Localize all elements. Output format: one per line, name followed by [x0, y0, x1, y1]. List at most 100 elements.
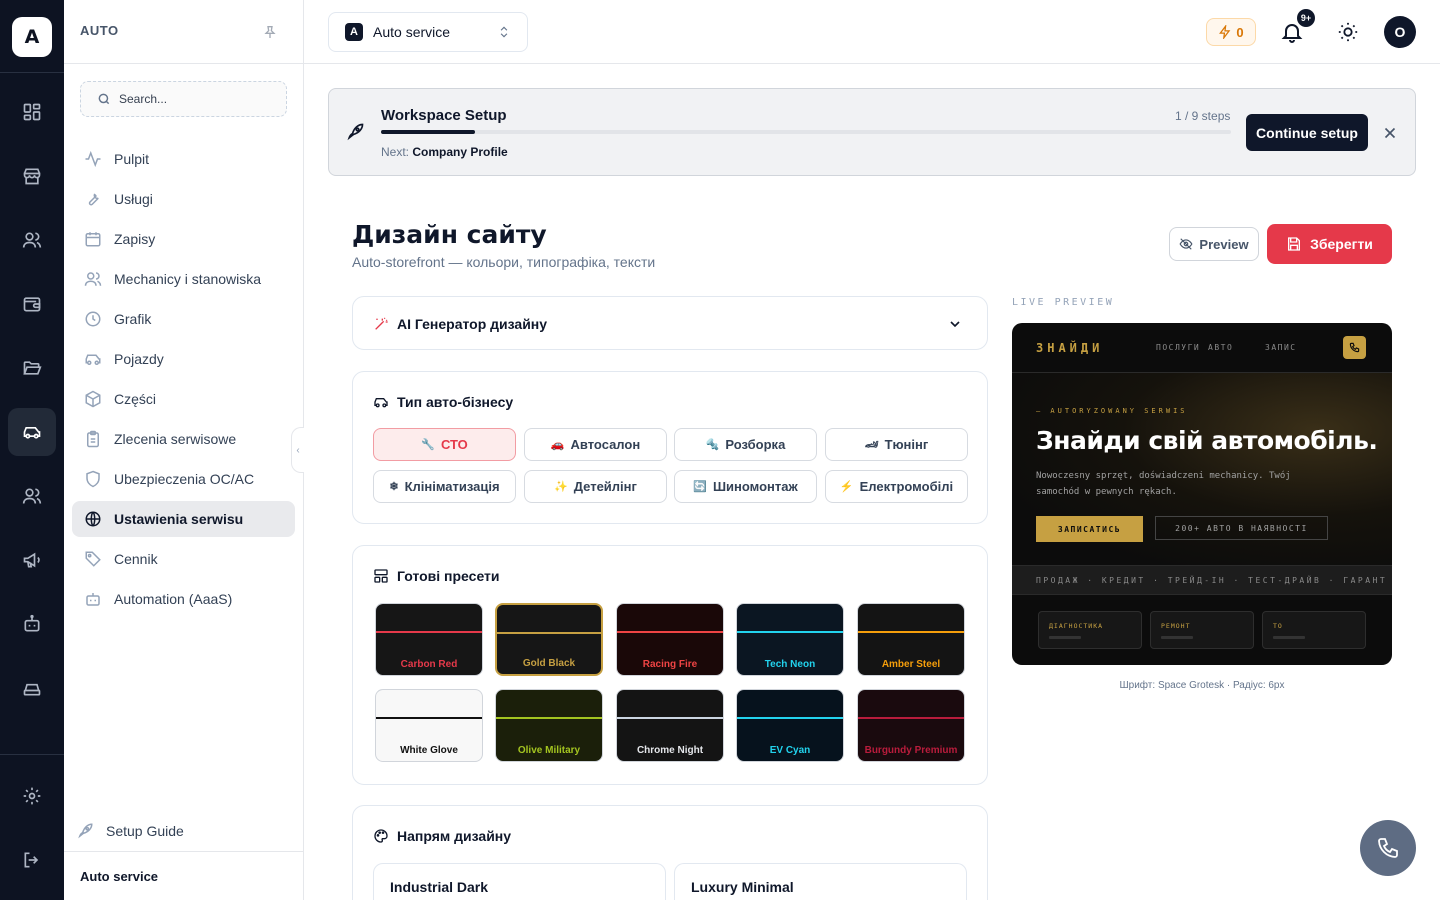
- call-button[interactable]: [1360, 820, 1416, 876]
- design-direction-card: Напрям дизайну Industrial Dark Luxury Mi…: [352, 805, 988, 900]
- collapse-sidebar-button[interactable]: ‹: [291, 427, 304, 473]
- sidebar-item-czesci[interactable]: Części: [72, 381, 295, 417]
- close-icon[interactable]: [1381, 124, 1399, 142]
- preset-olive-military[interactable]: Olive Military: [495, 689, 603, 762]
- workspace-switcher[interactable]: A Auto service: [328, 12, 528, 52]
- sidebar-item-pojazdy[interactable]: Pojazdy: [72, 341, 295, 377]
- chip-label: Шиномонтаж: [712, 479, 798, 494]
- business-chip-klimatyzacja[interactable]: ❄ Клініматизація: [373, 470, 516, 503]
- sun-icon[interactable]: [1337, 21, 1359, 43]
- sidebar-item-label: Cennik: [114, 551, 158, 567]
- phone-icon: [1378, 838, 1398, 858]
- sidebar-item-cennik[interactable]: Cennik: [72, 541, 295, 577]
- sidebar-item-zapisy[interactable]: Zapisy: [72, 221, 295, 257]
- sidebar-item-uslugi[interactable]: Usługi: [72, 181, 295, 217]
- shield-icon: [86, 470, 100, 488]
- sidebar-item-grafik[interactable]: Grafik: [72, 301, 295, 337]
- settings-icon[interactable]: [8, 772, 56, 820]
- preview-navbar: ЗНАЙДИ ПОСЛУГИ АВТО ЗАПИС: [1012, 323, 1392, 373]
- sidebar: AUTO Search... Pulpit Usługi Zapisy Mech…: [64, 0, 304, 900]
- divider: [0, 72, 64, 73]
- sidebar-item-ustawienia[interactable]: Ustawienia serwisu: [72, 501, 295, 537]
- grid-icon[interactable]: [8, 88, 56, 136]
- preset-gold-black[interactable]: Gold Black: [495, 603, 603, 676]
- workspace-footer: Auto service: [80, 869, 159, 884]
- energy-counter[interactable]: 0: [1206, 18, 1256, 46]
- activity-icon: [85, 150, 101, 168]
- sidebar-item-label: Zlecenia serwisowe: [114, 431, 237, 447]
- setup-guide-link[interactable]: Setup Guide: [76, 822, 184, 840]
- preset-name: Racing Fire: [642, 659, 698, 670]
- logout-icon[interactable]: [8, 836, 56, 884]
- wrench-icon: [88, 193, 99, 206]
- sidebar-item-automation[interactable]: Automation (AaaS): [72, 581, 295, 617]
- business-chip-avtosalon[interactable]: 🚗 Автосалон: [524, 428, 667, 461]
- sidebar-item-pulpit[interactable]: Pulpit: [72, 141, 295, 177]
- app-logo[interactable]: A: [12, 17, 52, 57]
- setup-title: Workspace Setup: [381, 107, 507, 124]
- pin-icon[interactable]: [262, 24, 278, 40]
- sidebar-item-zlecenia[interactable]: Zlecenia serwisowe: [72, 421, 295, 457]
- continue-setup-button[interactable]: Continue setup: [1246, 114, 1368, 151]
- save-button[interactable]: Зберегти: [1267, 224, 1392, 264]
- progress-fill: [381, 130, 475, 134]
- ai-generator-card[interactable]: AI Генератор дизайну: [352, 296, 988, 350]
- business-chip-detailing[interactable]: ✨ Детейлінг: [524, 470, 667, 503]
- sparkles-icon: ✨: [554, 481, 568, 493]
- chevron-down-icon[interactable]: [947, 316, 963, 332]
- preview-logo: ЗНАЙДИ: [1036, 341, 1104, 355]
- vehicle-icon[interactable]: [8, 664, 56, 712]
- preset-name: Gold Black: [522, 658, 576, 669]
- sidebar-item-label: Grafik: [114, 311, 152, 327]
- preset-racing-fire[interactable]: Racing Fire: [616, 603, 724, 676]
- business-chip-shynomontazh[interactable]: 🔄 Шиномонтаж: [674, 470, 817, 503]
- search-placeholder: Search...: [119, 92, 168, 106]
- car-icon[interactable]: [8, 408, 56, 456]
- setup-progress-bar: [381, 130, 1231, 134]
- team-icon[interactable]: [8, 472, 56, 520]
- chevron-up-down-icon: [500, 26, 508, 38]
- direction-option-industrial-dark[interactable]: Industrial Dark: [373, 863, 666, 900]
- wallet-icon[interactable]: [8, 280, 56, 328]
- preset-ev-cyan[interactable]: EV Cyan: [736, 689, 844, 762]
- sidebar-item-ubezpieczenia[interactable]: Ubezpieczenia OC/AC: [72, 461, 295, 497]
- business-type-title: Тип авто-бізнесу: [373, 394, 513, 410]
- preset-burgundy-premium[interactable]: Burgundy Premium: [857, 689, 965, 762]
- business-chip-rozborka[interactable]: 🔩 Розборка: [674, 428, 817, 461]
- avatar[interactable]: O: [1384, 16, 1416, 48]
- card-title-text: Готові пресети: [397, 568, 500, 584]
- sidebar-item-label: Mechanicy i stanowiska: [114, 271, 262, 287]
- preview-headline: Знайди свій автомобіль.: [1036, 426, 1378, 455]
- card-title-text: AI Генератор дизайну: [397, 316, 548, 332]
- preset-name: EV Cyan: [769, 745, 811, 756]
- preset-amber-steel[interactable]: Amber Steel: [857, 603, 965, 676]
- search-icon: [98, 93, 110, 105]
- sidebar-item-mechanicy[interactable]: Mechanicy i stanowiska: [72, 261, 295, 297]
- live-preview-frame: ЗНАЙДИ ПОСЛУГИ АВТО ЗАПИС — AUTORYZOWANY…: [1012, 323, 1392, 665]
- preset-carbon-red[interactable]: Carbon Red: [375, 603, 483, 676]
- card-title-text: Напрям дизайну: [397, 828, 512, 844]
- search-input[interactable]: Search...: [80, 81, 287, 117]
- megaphone-icon[interactable]: [8, 536, 56, 584]
- business-chip-tuning[interactable]: 🏎 Тюнінг: [825, 428, 968, 461]
- folder-icon[interactable]: [8, 344, 56, 392]
- preset-white-glove[interactable]: White Glove: [375, 689, 483, 762]
- sidebar-item-label: Ustawienia serwisu: [114, 511, 244, 527]
- lightning-icon: ⚡: [839, 481, 854, 493]
- preset-accent: [496, 717, 602, 719]
- business-chip-sto[interactable]: 🔧 СТО: [373, 428, 516, 461]
- store-icon[interactable]: [8, 152, 56, 200]
- preview-button[interactable]: Preview: [1169, 227, 1259, 261]
- preset-accent: [497, 632, 601, 634]
- users-icon[interactable]: [8, 216, 56, 264]
- car-icon: 🚗: [550, 439, 565, 451]
- business-chip-ev[interactable]: ⚡ Електромобілі: [825, 470, 968, 503]
- direction-option-luxury-minimal[interactable]: Luxury Minimal: [674, 863, 967, 900]
- preset-chrome-night[interactable]: Chrome Night: [616, 689, 724, 762]
- bot-icon[interactable]: [8, 600, 56, 648]
- eye-off-icon: [1179, 238, 1193, 250]
- live-preview-label: LIVE PREVIEW: [1012, 297, 1115, 308]
- next-step: Next: Company Profile: [381, 145, 508, 159]
- notification-badge: 9+: [1297, 9, 1315, 27]
- preset-tech-neon[interactable]: Tech Neon: [736, 603, 844, 676]
